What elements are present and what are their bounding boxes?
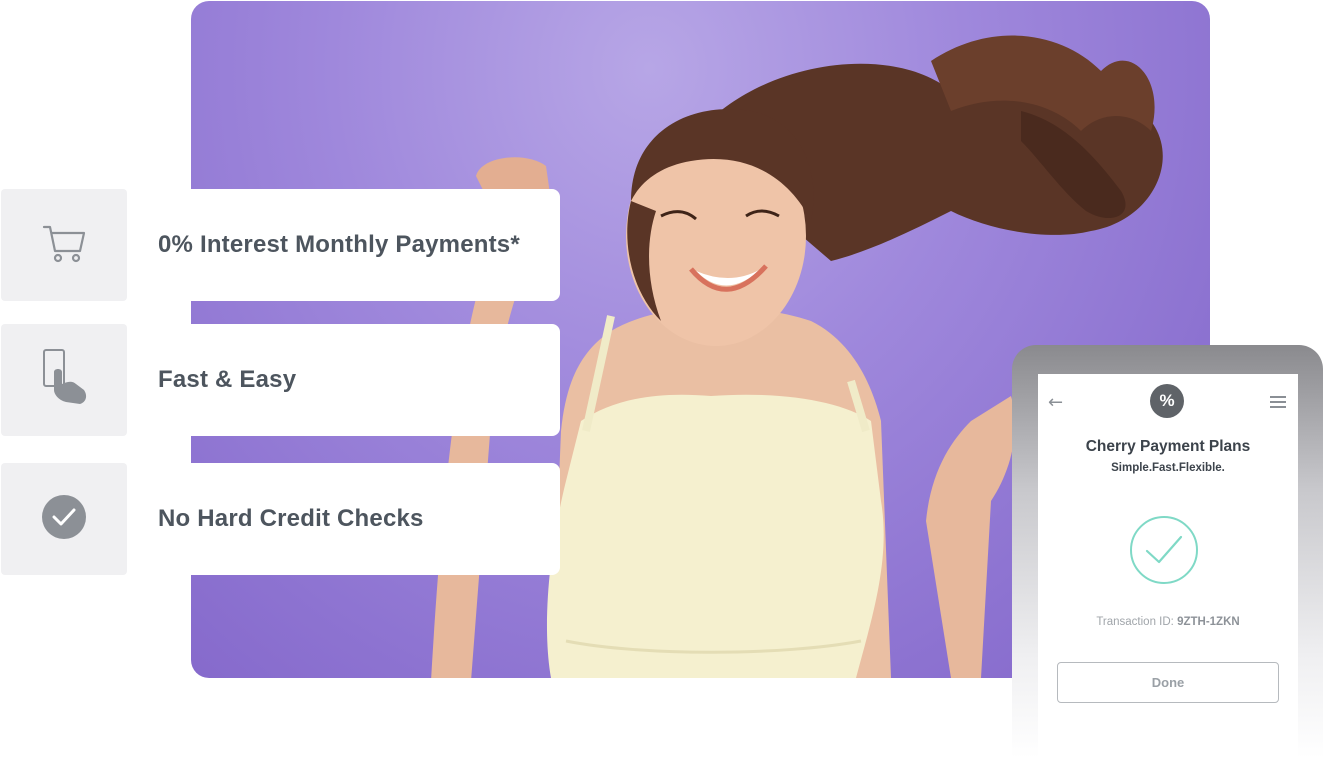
back-arrow-icon[interactable]: ← <box>1048 392 1063 413</box>
transaction-id: 9ZTH-1ZKN <box>1177 616 1240 628</box>
done-button[interactable]: Done <box>1057 662 1279 703</box>
feature-icon-tile <box>1 324 127 436</box>
transaction-label: Transaction ID: <box>1096 616 1178 628</box>
success-check-icon <box>1129 515 1199 590</box>
hamburger-menu-icon[interactable] <box>1270 396 1286 411</box>
feature-icon-tile <box>1 463 127 575</box>
cherry-logo: % <box>1150 384 1184 418</box>
check-circle-icon <box>41 494 87 545</box>
feature-label: 0% Interest Monthly Payments* <box>158 231 520 258</box>
feature-card: Fast & Easy <box>127 324 560 436</box>
phone-screen: ← % Cherry Payment Plans Simple.Fast.Fle… <box>1038 374 1298 758</box>
feature-icon-tile <box>1 189 127 301</box>
app-subtitle: Simple.Fast.Flexible. <box>1111 462 1225 474</box>
app-title: Cherry Payment Plans <box>1085 438 1251 455</box>
logo-symbol: % <box>1159 391 1175 410</box>
hand-tap-phone-icon <box>36 346 92 415</box>
transaction-id-line: Transaction ID: 9ZTH-1ZKN <box>1038 616 1298 628</box>
shopping-cart-icon <box>40 219 88 272</box>
feature-label: No Hard Credit Checks <box>158 505 424 532</box>
feature-card: 0% Interest Monthly Payments* <box>127 189 560 301</box>
feature-label: Fast & Easy <box>158 366 297 393</box>
feature-card: No Hard Credit Checks <box>127 463 560 575</box>
